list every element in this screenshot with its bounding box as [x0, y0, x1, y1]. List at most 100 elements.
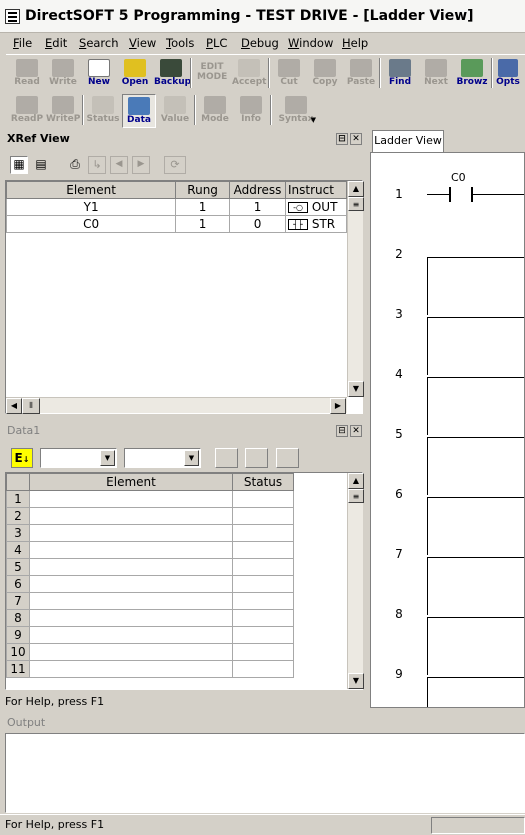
value-button[interactable]: Value — [158, 94, 192, 128]
rung-7[interactable] — [427, 557, 524, 615]
table-row[interactable]: 3 — [6, 524, 294, 542]
menu-window[interactable]: Window — [288, 36, 333, 50]
table-row[interactable]: 1 — [6, 490, 294, 508]
edit-mode-button[interactable]: EDIT MODE — [194, 57, 230, 91]
menu-tools[interactable]: Tools — [166, 36, 194, 50]
scroll-down-icon[interactable]: ▼ — [348, 381, 364, 397]
backup-button[interactable]: Backup — [154, 57, 191, 91]
table-row[interactable]: 5 — [6, 558, 294, 576]
open-button[interactable]: Open — [118, 57, 152, 91]
read-button[interactable]: Read — [10, 57, 44, 91]
menu-view[interactable]: View — [129, 36, 156, 50]
dropdown-arrow-icon[interactable]: ▼ — [184, 450, 199, 466]
scroll-up-icon[interactable]: ▲ — [348, 473, 364, 489]
close-icon[interactable]: ✕ — [350, 425, 362, 437]
column-header[interactable]: Element — [28, 473, 234, 491]
writep-button[interactable]: WriteP — [46, 94, 80, 128]
table-row[interactable]: 4 — [6, 541, 294, 559]
output-pane[interactable] — [5, 733, 525, 813]
column-header[interactable]: Instruct — [285, 181, 347, 199]
contact-icon — [449, 187, 451, 202]
rung-2[interactable] — [427, 257, 524, 315]
data1-vscrollbar[interactable]: ▲ ≡ ▼ — [347, 473, 364, 689]
print-icon[interactable]: ⎙ — [66, 156, 84, 174]
cut-button[interactable]: Cut — [272, 57, 306, 91]
grid-view-icon[interactable]: ▦ — [10, 156, 28, 174]
ladder-canvas[interactable]: 1 C0 2 3 4 5 6 7 8 9 — [370, 152, 525, 708]
mode-button[interactable]: Mode — [198, 94, 232, 128]
browz-button[interactable]: Browz — [455, 57, 489, 91]
pin-icon[interactable]: ⊟ — [336, 425, 348, 437]
rung-1[interactable]: C0 — [427, 163, 524, 223]
open-icon — [124, 59, 146, 77]
table-row[interactable]: Y1 1 1 -○ OUT — [5, 198, 347, 216]
list-view-icon[interactable]: ▤ — [32, 156, 50, 174]
opts-button[interactable]: Opts — [493, 57, 523, 91]
element-combo[interactable]: ▼ — [40, 448, 117, 468]
new-button[interactable]: New — [82, 57, 116, 91]
scroll-thumb[interactable]: ≡ — [348, 489, 364, 503]
data-tool-button[interactable] — [215, 448, 238, 468]
table-row[interactable]: C0 1 0 ┤├ STR — [5, 215, 347, 233]
close-icon[interactable]: ✕ — [350, 133, 362, 145]
column-header[interactable]: Address — [229, 181, 287, 199]
rung-8[interactable] — [427, 617, 524, 675]
rung-9[interactable] — [427, 677, 524, 707]
goto-icon[interactable]: ↳ — [88, 156, 106, 174]
element-type-button[interactable]: E↓ — [11, 448, 33, 468]
menu-file[interactable]: File — [13, 36, 32, 50]
pin-icon[interactable]: ⊟ — [336, 133, 348, 145]
xref-hscrollbar[interactable]: ◀ ⦀ ▶ — [6, 397, 347, 414]
column-header[interactable]: Element — [5, 181, 177, 199]
next-button[interactable]: Next — [419, 57, 453, 91]
format-combo[interactable]: ▼ — [124, 448, 201, 468]
scroll-thumb[interactable]: ⦀ — [22, 398, 40, 414]
app-icon[interactable] — [5, 9, 20, 24]
scroll-down-icon[interactable]: ▼ — [348, 673, 364, 689]
status-button[interactable]: Status — [86, 94, 120, 128]
tab-ladder-view[interactable]: Ladder View — [372, 130, 444, 152]
table-row[interactable]: 9 — [6, 626, 294, 644]
scroll-thumb[interactable]: ≡ — [348, 197, 364, 211]
paste-button[interactable]: Paste — [344, 57, 378, 91]
scroll-right-icon[interactable]: ▶ — [330, 398, 346, 414]
table-row[interactable]: 11 — [6, 660, 294, 678]
accept-button[interactable]: Accept — [232, 57, 266, 91]
table-row[interactable]: 8 — [6, 609, 294, 627]
scroll-up-icon[interactable]: ▲ — [348, 181, 364, 197]
column-header[interactable]: Status — [232, 473, 294, 491]
menu-search[interactable]: Search — [79, 36, 119, 50]
xref-table: Element Rung Address Instruct Y1 1 1 -○ … — [5, 181, 347, 233]
menu-plc[interactable]: PLC — [206, 36, 227, 50]
menu-help[interactable]: Help — [342, 36, 368, 50]
table-row[interactable]: 2 — [6, 507, 294, 525]
dropdown-arrow-icon[interactable]: ▼ — [100, 450, 115, 466]
find-button[interactable]: Find — [383, 57, 417, 91]
table-row[interactable]: 10 — [6, 643, 294, 661]
xref-vscrollbar[interactable]: ▲ ≡ ▼ — [347, 181, 364, 397]
data-tool-button[interactable] — [245, 448, 268, 468]
syntax-button[interactable]: Syntax ▼ — [274, 94, 318, 128]
table-row[interactable]: 7 — [6, 592, 294, 610]
coil-icon: -○ — [288, 202, 309, 213]
menu-debug[interactable]: Debug — [241, 36, 279, 50]
menu-edit[interactable]: Edit — [45, 36, 67, 50]
table-row[interactable]: 6 — [6, 575, 294, 593]
rung-4[interactable] — [427, 377, 524, 435]
data-tool-button[interactable] — [276, 448, 299, 468]
prev-icon[interactable]: ◀ — [110, 156, 128, 174]
column-header[interactable]: Rung — [175, 181, 231, 199]
scroll-left-icon[interactable]: ◀ — [6, 398, 22, 414]
contact-label: C0 — [451, 171, 466, 184]
readp-button[interactable]: ReadP — [10, 94, 44, 128]
copy-button[interactable]: Copy — [308, 57, 342, 91]
rung-6[interactable] — [427, 497, 524, 555]
rung-3[interactable] — [427, 317, 524, 375]
readp-icon — [16, 96, 38, 114]
data-button[interactable]: Data — [122, 94, 156, 128]
write-button[interactable]: Write — [46, 57, 80, 91]
refresh-icon[interactable]: ⟳ — [164, 156, 186, 174]
rung-5[interactable] — [427, 437, 524, 495]
next-icon[interactable]: ▶ — [132, 156, 150, 174]
info-button[interactable]: Info — [234, 94, 268, 128]
